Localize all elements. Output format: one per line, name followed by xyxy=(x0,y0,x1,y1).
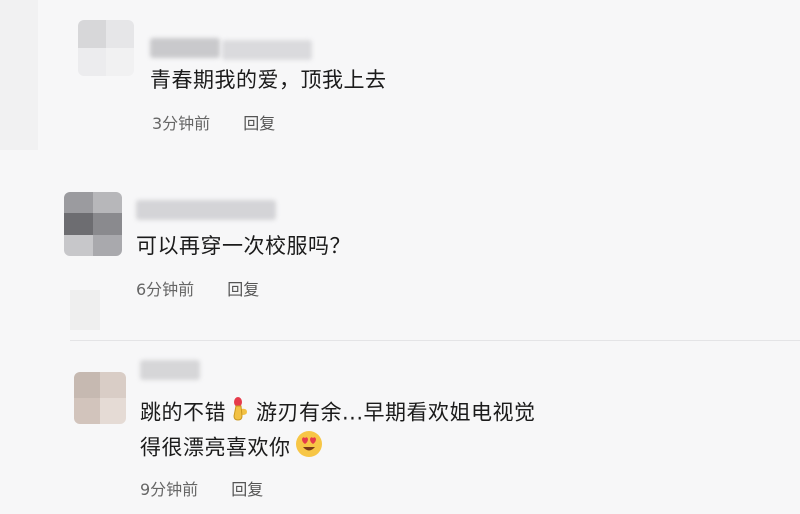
timestamp: 3分钟前 xyxy=(152,114,211,133)
pointing-hand-icon xyxy=(230,396,252,431)
username-blurred[interactable] xyxy=(136,200,276,220)
comment-item: 跳的不错 游刃有余...早期看欢姐电视觉 得很漂亮喜欢你 9分钟前 回复 xyxy=(0,350,800,514)
timestamp: 6分钟前 xyxy=(136,280,195,299)
reply-button[interactable]: 回复 xyxy=(231,476,263,500)
comment-meta: 6分钟前 回复 xyxy=(136,276,259,300)
avatar[interactable] xyxy=(64,192,122,256)
username-blurred[interactable] xyxy=(150,38,220,58)
username-blurred[interactable] xyxy=(140,360,200,380)
reply-button[interactable]: 回复 xyxy=(243,110,275,134)
timestamp: 9分钟前 xyxy=(140,480,199,499)
comment-meta: 3分钟前 回复 xyxy=(152,110,275,134)
comment-meta: 9分钟前 回复 xyxy=(140,476,263,500)
avatar[interactable] xyxy=(74,372,126,424)
comment-text: 可以再穿一次校服吗？ xyxy=(136,234,351,258)
avatar[interactable] xyxy=(78,20,134,76)
left-edge-artifact xyxy=(70,290,100,330)
comment-text-part: 得很漂亮喜欢你 xyxy=(140,435,291,460)
comment-text-part: 游刃有余...早期看欢姐电视觉 xyxy=(256,400,536,425)
divider xyxy=(70,340,800,341)
reply-button[interactable]: 回复 xyxy=(227,276,259,300)
comment-text: 青春期我的爱，顶我上去 xyxy=(150,68,387,92)
comment-text-line-1: 跳的不错 游刃有余...早期看欢姐电视觉 xyxy=(140,396,536,431)
comment-list: 青春期我的爱，顶我上去 3分钟前 回复 可以再穿一次校服吗？ 6分钟前 回复 跳… xyxy=(0,0,800,514)
comment-text-part: 跳的不错 xyxy=(140,400,226,425)
comment-item: 可以再穿一次校服吗？ 6分钟前 回复 xyxy=(0,180,800,330)
username-blurred-extra xyxy=(222,40,312,60)
heart-eyes-icon xyxy=(295,430,323,467)
comment-item: 青春期我的爱，顶我上去 3分钟前 回复 xyxy=(0,0,800,160)
comment-text-line-2: 得很漂亮喜欢你 xyxy=(140,430,327,467)
left-edge-shade xyxy=(0,0,38,150)
